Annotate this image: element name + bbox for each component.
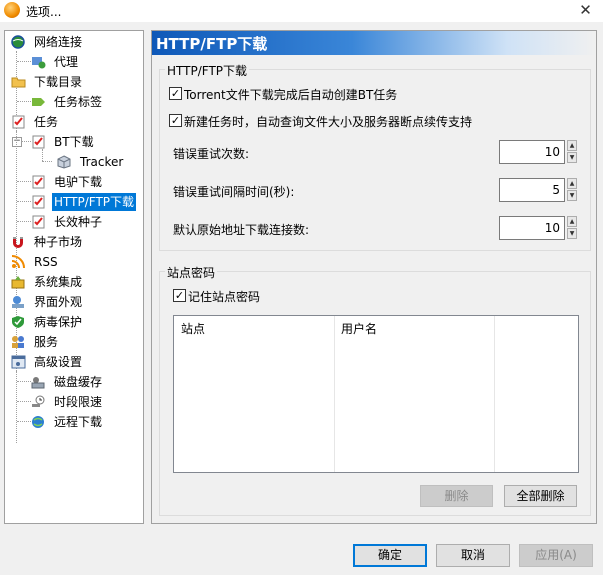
tree-item-label: 任务标签 (54, 95, 103, 109)
remote-icon (31, 415, 46, 429)
origin-connections-up-button[interactable]: ▲ (567, 216, 577, 227)
apply-button[interactable]: 应用(A) (519, 544, 593, 567)
tree-item-label: 界面外观 (34, 295, 83, 309)
remember-password-label: 记住站点密码 (188, 290, 261, 304)
tree-item-label: 病毒保护 (34, 315, 83, 329)
tree-connector (17, 61, 31, 62)
magnet-icon (11, 235, 26, 249)
delete-all-button[interactable]: 全部删除 (504, 485, 577, 507)
tree-connector (42, 149, 43, 161)
tag-icon (31, 95, 46, 109)
group-title: HTTP/FTP下载 (165, 62, 250, 79)
task-icon (31, 135, 46, 149)
title-bar (0, 0, 603, 22)
tree-connector (17, 401, 31, 402)
tree-item-label: HTTP/FTP下载 (52, 193, 137, 211)
origin-connections-down-button[interactable]: ▼ (567, 228, 577, 239)
auto-bt-checkbox[interactable]: ✓ (169, 87, 182, 100)
retry-count-label: 错误重试次数: (173, 147, 250, 161)
tree-item-label: 代理 (54, 55, 79, 69)
tree-connector (16, 371, 17, 423)
collapse-toggle[interactable]: − (12, 137, 22, 147)
origin-connections-input[interactable]: 10 (499, 216, 565, 240)
schedule-icon (31, 395, 46, 409)
column-separator (494, 316, 495, 472)
retry-interval-down-button[interactable]: ▼ (567, 190, 577, 201)
column-header-site[interactable]: 站点 (181, 320, 205, 337)
delete-button[interactable]: 删除 (420, 485, 493, 507)
tree-connector (17, 421, 31, 422)
tree-item-label: Tracker (80, 155, 124, 169)
tree-item-label: 电驴下载 (54, 175, 103, 189)
tree-connector (21, 141, 31, 142)
service-icon (11, 335, 26, 349)
tree-connector (17, 101, 31, 102)
tree-item-label: 远程下载 (54, 415, 103, 429)
tree-connector (17, 201, 31, 202)
tree-item-label: 任务 (34, 115, 59, 129)
retry-count-input[interactable]: 10 (499, 140, 565, 164)
tree-connector (17, 221, 31, 222)
origin-connections-label: 默认原始地址下载连接数: (173, 223, 310, 237)
task-icon (11, 115, 26, 129)
task-icon (31, 215, 46, 229)
group-title: 站点密码 (165, 264, 218, 281)
retry-interval-label: 错误重试间隔时间(秒): (173, 185, 295, 199)
site-password-list[interactable]: 站点 用户名 (173, 315, 579, 473)
tree-item-label: RSS (34, 255, 58, 269)
disk-cache-icon (31, 375, 46, 389)
integration-icon (11, 275, 26, 289)
auto-query-checkbox[interactable]: ✓ (169, 114, 182, 127)
window-title: 选项... (26, 5, 62, 19)
tree-item-label: 系统集成 (34, 275, 83, 289)
advanced-icon (11, 355, 26, 369)
panel-title: HTTP/FTP下载 (156, 35, 268, 53)
rss-icon (11, 255, 26, 269)
tree-item-label: 时段限速 (54, 395, 103, 409)
tree-item-label: 长效种子 (54, 215, 103, 229)
tree-item-label: BT下载 (54, 135, 94, 149)
options-tree[interactable]: − 网络连接 代理 下载目录 任务标签 任务 BT下载 Tracker 电驴下载 (4, 30, 144, 524)
folder-icon (11, 75, 26, 89)
tree-connector (16, 131, 17, 223)
remember-password-checkbox[interactable]: ✓ (173, 289, 186, 302)
task-icon (31, 175, 46, 189)
column-separator (334, 316, 335, 472)
auto-query-label: 新建任务时，自动查询文件大小及服务器断点续传支持 (184, 115, 473, 129)
column-header-username[interactable]: 用户名 (341, 320, 377, 337)
task-icon (31, 195, 46, 209)
cancel-button[interactable]: 取消 (436, 544, 510, 567)
tree-connector (42, 161, 52, 162)
tree-item-label: 种子市场 (34, 235, 83, 249)
proxy-icon (31, 55, 46, 69)
close-button[interactable]: ✕ (568, 0, 603, 22)
cube-icon (57, 155, 72, 169)
tree-item-label: 网络连接 (34, 35, 83, 49)
ok-button[interactable]: 确定 (353, 544, 427, 567)
tree-item-label: 下载目录 (34, 75, 83, 89)
tree-connector (17, 381, 31, 382)
retry-count-up-button[interactable]: ▲ (567, 140, 577, 151)
auto-bt-label: Torrent文件下载完成后自动创建BT任务 (184, 88, 398, 102)
appearance-icon (11, 295, 26, 309)
tree-connector (17, 181, 31, 182)
tree-item-label: 高级设置 (34, 355, 83, 369)
retry-interval-input[interactable]: 5 (499, 178, 565, 202)
retry-interval-up-button[interactable]: ▲ (567, 178, 577, 189)
network-icon (11, 35, 26, 49)
shield-icon (11, 315, 26, 329)
app-icon (4, 2, 20, 18)
retry-count-down-button[interactable]: ▼ (567, 152, 577, 163)
tree-item-label: 磁盘缓存 (54, 375, 103, 389)
tree-item-label: 服务 (34, 335, 59, 349)
